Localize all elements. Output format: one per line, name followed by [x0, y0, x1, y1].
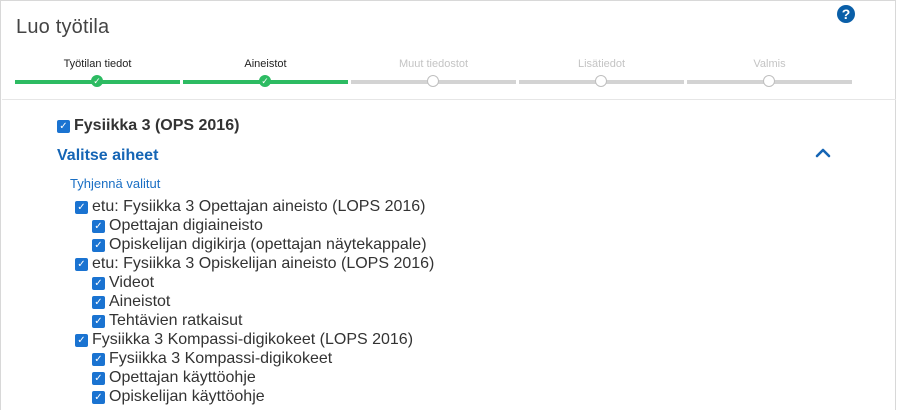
divider: [2, 99, 896, 100]
item-label: Fysiikka 3 Kompassi-digikokeet: [109, 350, 333, 367]
group-label: Fysiikka 3 Kompassi-digikokeet (LOPS 201…: [92, 331, 414, 348]
group-label: etu: Fysiikka 3 Opettajan aineisto (LOPS…: [92, 198, 426, 215]
item-label: Tehtävien ratkaisut: [109, 312, 243, 329]
chevron-up-icon[interactable]: [814, 146, 832, 160]
step-label: Muut tiedostot: [398, 58, 469, 70]
item-label: Opettajan käyttöohje: [109, 369, 256, 386]
group-checkbox-row[interactable]: ✓ Fysiikka 3 Kompassi-digikokeet (LOPS 20…: [75, 331, 413, 349]
book-label: Fysiikka 3 (OPS 2016): [74, 117, 240, 134]
item-label: Opiskelijan käyttöohje: [109, 388, 265, 405]
item-label: Videot: [109, 274, 155, 291]
stepper: Työtilan tiedot ✓ Aineistot ✓ Muut tiedo…: [15, 56, 855, 90]
step-5[interactable]: Valmis: [687, 56, 852, 90]
circle-icon: [595, 75, 607, 87]
group-checkbox-row[interactable]: ✓ etu: Fysiikka 3 Opiskelijan aineisto (L…: [75, 255, 434, 273]
step-4[interactable]: Lisätiedot: [519, 56, 684, 90]
circle-icon: [427, 75, 439, 87]
item-checkbox-row[interactable]: ✓ Opettajan digiaineisto: [92, 217, 263, 235]
item-checkbox-row[interactable]: ✓ Aineistot: [92, 293, 170, 311]
help-icon[interactable]: ?: [837, 5, 855, 23]
checkbox[interactable]: ✓: [92, 352, 105, 366]
checkbox[interactable]: ✓: [92, 314, 105, 328]
checkbox[interactable]: ✓: [92, 371, 105, 385]
step-label: Työtilan tiedot: [63, 58, 132, 70]
step-2[interactable]: Aineistot ✓: [183, 56, 348, 90]
checkbox[interactable]: ✓: [92, 219, 105, 233]
circle-icon: [763, 75, 775, 87]
group-checkbox-row[interactable]: ✓ etu: Fysiikka 3 Opettajan aineisto (LOP…: [75, 198, 426, 216]
item-checkbox-row[interactable]: ✓ Fysiikka 3 Kompassi-digikokeet: [92, 350, 332, 368]
item-checkbox-row[interactable]: ✓ Opettajan käyttöohje: [92, 369, 256, 387]
item-checkbox-row[interactable]: ✓ Tehtävien ratkaisut: [92, 312, 242, 330]
checkbox[interactable]: ✓: [92, 276, 105, 290]
item-checkbox-row[interactable]: ✓ Opiskelijan käyttöohje: [92, 388, 265, 406]
item-checkbox-row[interactable]: ✓ Opiskelijan digikirja (opettajan näytek…: [92, 236, 427, 254]
checkbox[interactable]: ✓: [92, 238, 105, 252]
group-label: etu: Fysiikka 3 Opiskelijan aineisto (LO…: [92, 255, 435, 272]
checkbox[interactable]: ✓: [75, 257, 88, 271]
item-label: Aineistot: [109, 293, 171, 310]
clear-selections-link[interactable]: Tyhjennä valitut: [70, 176, 160, 191]
checkbox[interactable]: ✓: [92, 390, 105, 404]
item-label: Opiskelijan digikirja (opettajan näyteka…: [109, 236, 427, 253]
step-label: Aineistot: [244, 58, 287, 70]
page-title: Luo työtila: [16, 16, 110, 38]
dialog: Luo työtila ? Työtilan tiedot ✓ Aineisto…: [0, 0, 896, 410]
step-1[interactable]: Työtilan tiedot ✓: [15, 56, 180, 90]
check-icon: ✓: [91, 75, 103, 87]
checkbox[interactable]: ✓: [92, 295, 105, 309]
item-checkbox-row[interactable]: ✓ Videot: [92, 274, 154, 292]
check-icon: ✓: [259, 75, 271, 87]
step-label: Lisätiedot: [577, 58, 626, 70]
checkbox[interactable]: ✓: [57, 119, 70, 133]
book-checkbox-row[interactable]: ✓ Fysiikka 3 (OPS 2016): [57, 117, 239, 135]
checkbox[interactable]: ✓: [75, 200, 88, 214]
checkbox[interactable]: ✓: [75, 333, 88, 347]
section-title[interactable]: Valitse aiheet: [57, 147, 158, 165]
step-label: Valmis: [753, 58, 786, 70]
item-label: Opettajan digiaineisto: [109, 217, 263, 234]
step-3[interactable]: Muut tiedostot: [351, 56, 516, 90]
